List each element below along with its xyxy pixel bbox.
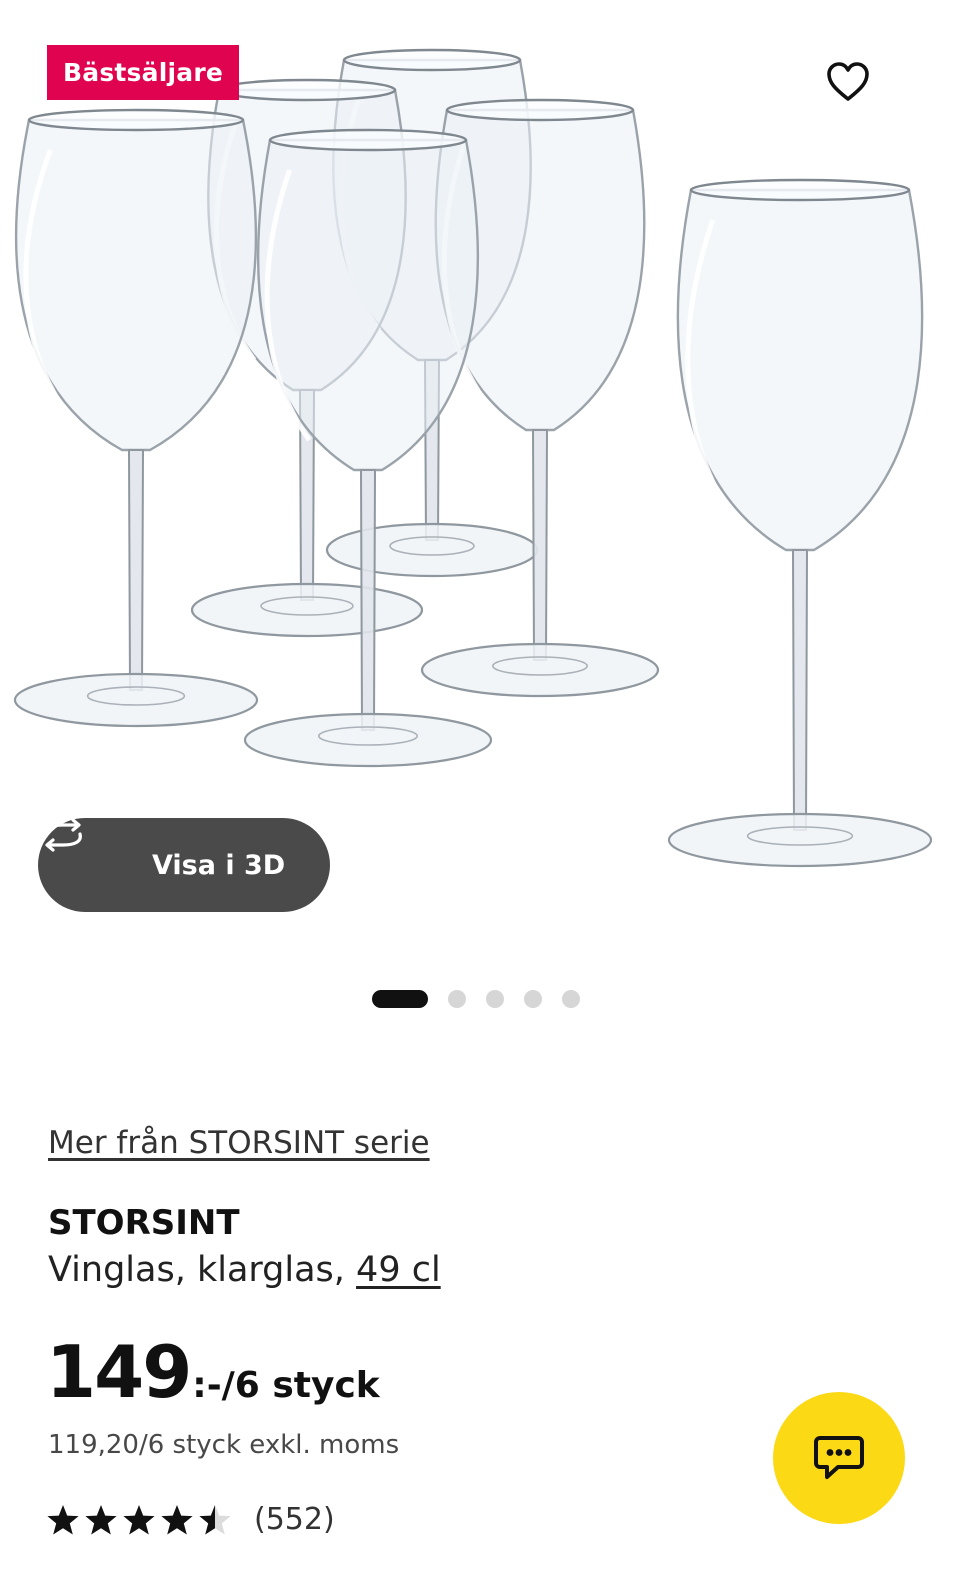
carousel-dot[interactable]: [524, 990, 542, 1008]
product-rating[interactable]: (552): [46, 1502, 335, 1537]
favorite-button[interactable]: [826, 62, 890, 126]
review-count: (552): [254, 1502, 335, 1537]
product-image-gallery[interactable]: Bästsäljare Visa i 3D: [0, 0, 960, 960]
product-description-text: Vinglas, klarglas,: [48, 1250, 357, 1290]
bestseller-badge: Bästsäljare: [47, 45, 240, 100]
price-excluding-vat: 119,20/6 styck exkl. moms: [48, 1430, 400, 1460]
star-icon: [85, 1504, 117, 1534]
star-icon: [123, 1504, 155, 1534]
series-link[interactable]: Mer från STORSINT serie: [48, 1125, 430, 1161]
carousel-dot[interactable]: [372, 990, 428, 1008]
product-name: STORSINT: [48, 1203, 240, 1243]
heart-outline-icon: [827, 62, 869, 101]
wine-glass: [667, 178, 933, 868]
product-price: 149 :-/6 styck: [46, 1330, 380, 1414]
star-icon: [47, 1504, 79, 1534]
carousel-pagination: [372, 989, 600, 1009]
star-icon: [199, 1504, 231, 1534]
product-description: Vinglas, klarglas, 49 cl: [48, 1250, 441, 1290]
price-unit: :-/6 styck: [192, 1365, 380, 1406]
view-in-3d-label: Visa i 3D: [152, 849, 286, 881]
star-icon: [161, 1504, 193, 1534]
rating-stars: [46, 1504, 236, 1536]
carousel-dot[interactable]: [448, 990, 466, 1008]
carousel-dot[interactable]: [486, 990, 504, 1008]
product-image-wine-glasses: [13, 48, 933, 868]
chat-bubble-icon: [814, 1436, 864, 1479]
wine-glass: [13, 108, 259, 728]
chat-button[interactable]: [773, 1392, 905, 1524]
size-link[interactable]: 49 cl: [356, 1250, 441, 1290]
carousel-dot[interactable]: [562, 990, 580, 1008]
rotate-3d-icon: [44, 818, 130, 885]
view-in-3d-button[interactable]: Visa i 3D: [38, 818, 330, 912]
price-main: 149: [46, 1330, 192, 1414]
